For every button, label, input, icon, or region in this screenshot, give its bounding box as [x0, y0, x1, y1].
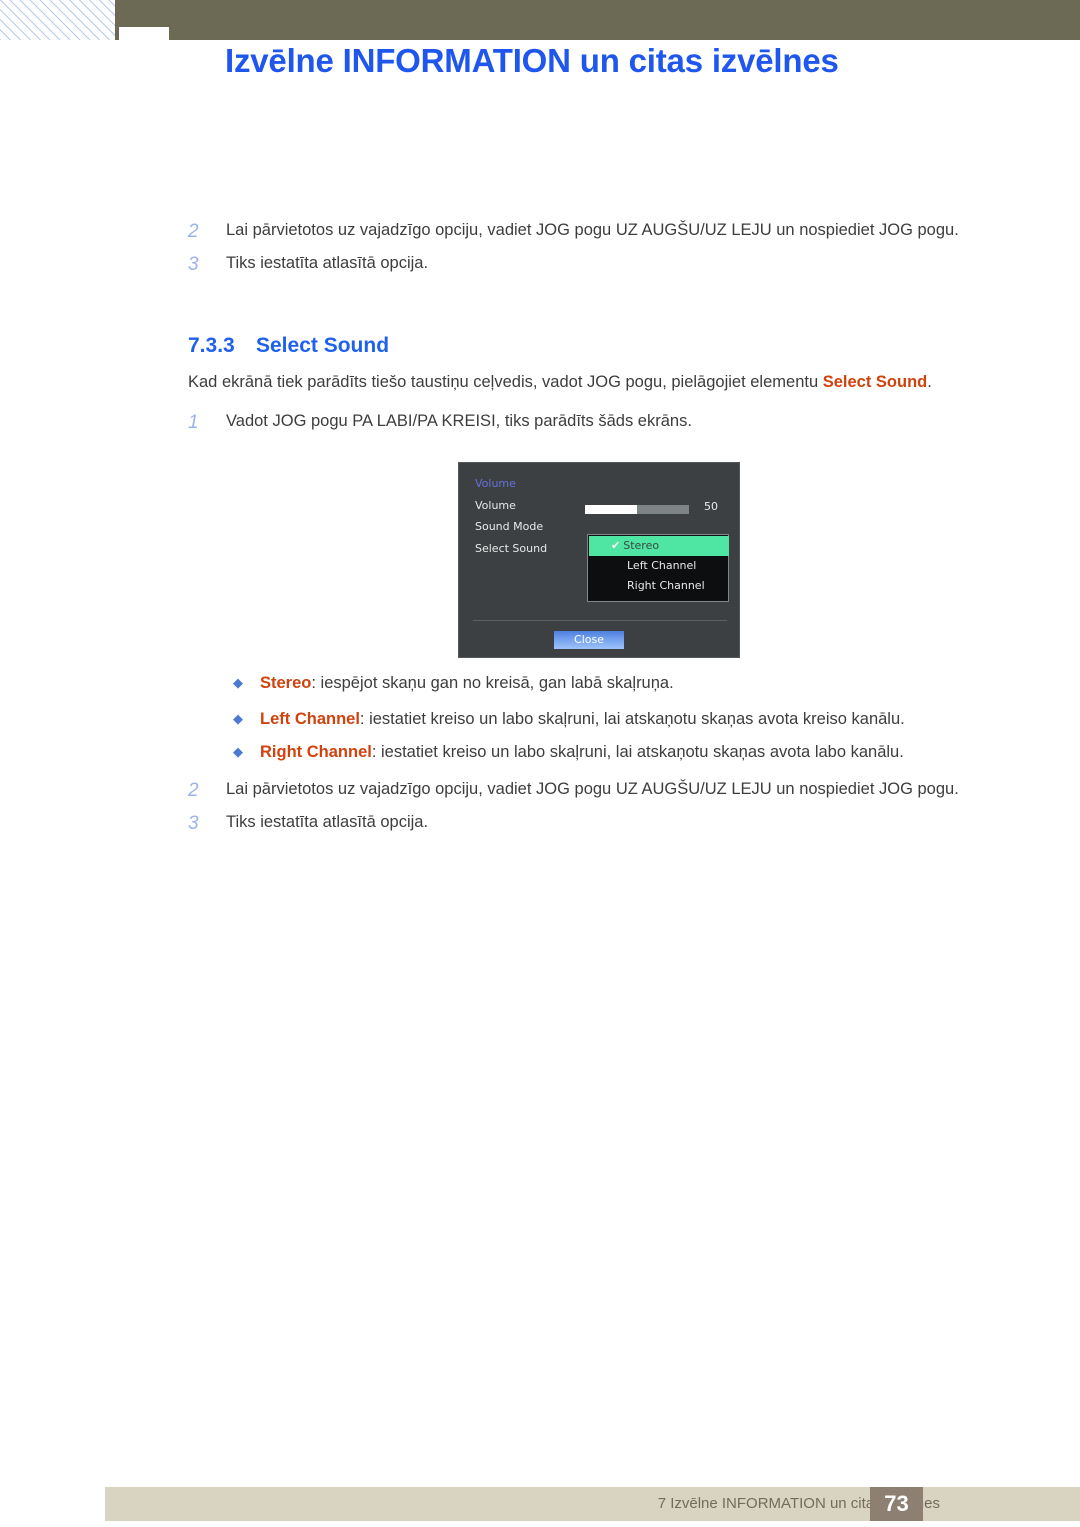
step-item: 3 Tiks iestatīta atlasītā opcija.	[188, 253, 428, 277]
bullet-text: Left Channel: iestatiet kreiso un labo s…	[260, 709, 905, 730]
volume-value: 50	[704, 500, 718, 513]
hatch-decoration	[0, 0, 115, 40]
osd-row-label-volume: Volume	[475, 499, 516, 512]
close-button[interactable]: Close	[554, 631, 624, 649]
step-text: Vadot JOG pogu PA LABI/PA KREISI, tiks p…	[226, 412, 692, 430]
step-number: 2	[188, 780, 199, 801]
osd-screenshot: Volume Volume Sound Mode Select Sound 50…	[458, 462, 740, 658]
volume-slider-fill	[585, 505, 637, 514]
osd-row-label-sound-mode: Sound Mode	[475, 520, 544, 533]
osd-panel: Volume Volume Sound Mode Select Sound 50…	[458, 462, 740, 658]
section-title: Select Sound	[256, 334, 390, 357]
olive-header-bar	[115, 0, 1080, 40]
intro-keyword: Select Sound	[822, 373, 928, 391]
dropdown-option-left-channel[interactable]: Left Channel	[589, 556, 729, 576]
bullet-text: Stereo: iespējot skaņu gan no kreisā, ga…	[260, 673, 674, 694]
intro-text-after: .	[927, 373, 932, 391]
bullet-item: ◆ Stereo: iespējot skaņu gan no kreisā, …	[225, 673, 674, 694]
dropdown-option-stereo[interactable]: ✔ Stereo	[589, 536, 729, 556]
bullet-diamond-icon: ◆	[233, 711, 243, 726]
step-text: Lai pārvietotos uz vajadzīgo opciju, vad…	[226, 780, 959, 798]
step-item: 1 Vadot JOG pogu PA LABI/PA KREISI, tiks…	[188, 411, 692, 435]
bullet-keyword: Left Channel	[260, 710, 360, 728]
bullet-diamond-icon: ◆	[233, 744, 243, 759]
step-item: 3 Tiks iestatīta atlasītā opcija.	[188, 812, 428, 836]
bullet-item: ◆ Left Channel: iestatiet kreiso un labo…	[225, 709, 905, 730]
page-title: Izvēlne INFORMATION un citas izvēlnes	[225, 42, 839, 79]
page-footer: 7 Izvēlne INFORMATION un citas izvēlnes	[105, 1487, 1080, 1521]
step-number: 3	[188, 254, 199, 275]
bullet-keyword: Stereo	[260, 674, 312, 692]
bullet-diamond-icon: ◆	[233, 675, 243, 690]
bullet-description: : iespējot skaņu gan no kreisā, gan labā…	[311, 674, 674, 692]
page-header-band	[0, 0, 1080, 41]
step-number: 3	[188, 813, 199, 834]
select-sound-dropdown[interactable]: ✔ Stereo Left Channel Right Channel	[587, 534, 729, 602]
intro-text-before: Kad ekrānā tiek parādīts tiešo taustiņu …	[188, 373, 823, 391]
bullet-description: : iestatiet kreiso un labo skaļruni, lai…	[359, 710, 905, 728]
page-number: 73	[870, 1487, 923, 1521]
step-text: Tiks iestatīta atlasītā opcija.	[226, 813, 429, 831]
step-item: 2 Lai pārvietotos uz vajadzīgo opciju, v…	[188, 779, 959, 803]
step-number: 1	[188, 412, 199, 433]
step-text: Lai pārvietotos uz vajadzīgo opciju, vad…	[226, 221, 959, 239]
step-item: 2 Lai pārvietotos uz vajadzīgo opciju, v…	[188, 220, 959, 244]
bullet-description: : iestatiet kreiso un labo skaļruni, lai…	[371, 743, 904, 761]
bullet-keyword: Right Channel	[260, 743, 372, 761]
dropdown-option-label: Stereo	[623, 539, 660, 552]
intro-paragraph: Kad ekrānā tiek parādīts tiešo taustiņu …	[188, 372, 932, 393]
dropdown-option-right-channel[interactable]: Right Channel	[589, 576, 729, 596]
osd-panel-title: Volume	[475, 477, 516, 490]
section-number: 7.3.3	[188, 334, 235, 357]
osd-divider	[473, 620, 727, 621]
osd-row-label-select-sound: Select Sound	[475, 542, 548, 555]
step-number: 2	[188, 221, 199, 242]
volume-slider[interactable]	[585, 505, 689, 514]
step-text: Tiks iestatīta atlasītā opcija.	[226, 254, 429, 272]
check-icon: ✔	[611, 539, 621, 552]
header-notch	[119, 27, 169, 41]
bullet-text: Right Channel: iestatiet kreiso un labo …	[260, 742, 904, 763]
section-heading: 7.3.3 Select Sound	[188, 334, 389, 358]
bullet-item: ◆ Right Channel: iestatiet kreiso un lab…	[225, 742, 904, 763]
